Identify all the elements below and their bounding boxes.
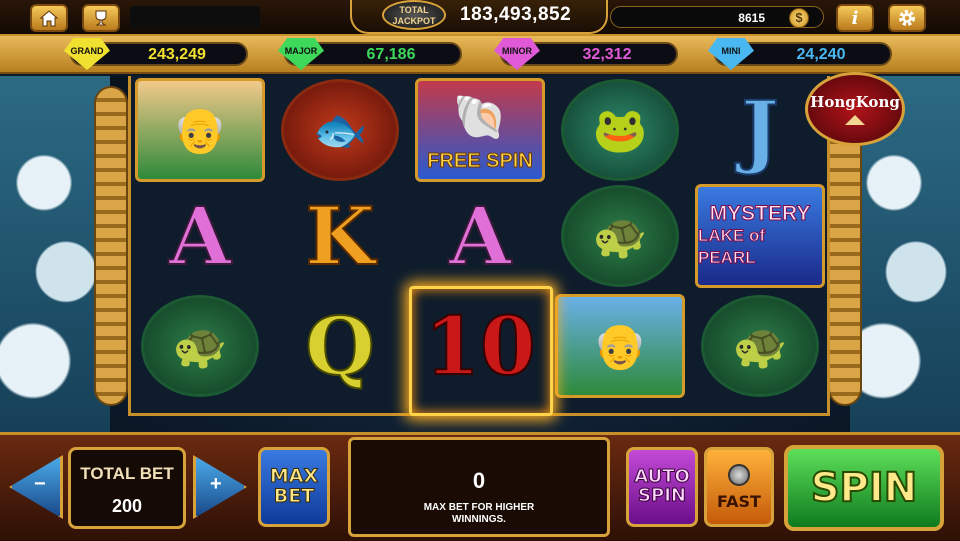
total-jackpot-panel: TOTAL JACKPOT 183,493,852: [350, 0, 608, 34]
player-name-chip: [130, 6, 260, 28]
free-spin-label: FREE SPIN: [427, 150, 534, 173]
max-bet-button[interactable]: MAX BET: [258, 447, 330, 527]
trophy-button[interactable]: [82, 4, 120, 32]
symbol-turtle: 🐢: [693, 292, 827, 400]
minus-icon: −: [34, 473, 46, 495]
jackpot-minor-value: 32,312: [582, 46, 632, 63]
balance-value: 8615: [738, 11, 765, 25]
symbol-money-toad: 🐸: [553, 76, 687, 184]
hongkong-badge[interactable]: HongKong: [805, 72, 905, 146]
reel-grid: 👴 🐟 🐚 FREE SPIN 🐸 J HongKong A K A 🐢 MYS…: [128, 72, 905, 416]
letter-j: J: [740, 82, 780, 178]
home-icon: [39, 10, 59, 27]
letter-k: K: [304, 188, 376, 284]
info-button[interactable]: i: [836, 4, 874, 32]
plus-icon: +: [210, 473, 222, 495]
symbol-a: A: [413, 182, 547, 290]
total-jackpot-badge: TOTAL JACKPOT: [382, 0, 446, 30]
jackpot-mini: MINI 24,240: [708, 38, 892, 70]
turtle-gourd-icon: 🐢: [172, 322, 228, 371]
money-toad-icon: 🐸: [592, 106, 648, 155]
trophy-icon: [95, 10, 107, 26]
total-jackpot-value: 183,493,852: [460, 4, 572, 25]
symbol-fisherman: 👴: [553, 292, 687, 400]
letter-q: Q: [304, 298, 376, 394]
mini-gem-icon: MINI: [708, 38, 754, 70]
jackpot-grand-value: 243,249: [148, 46, 206, 63]
symbol-free-spin: 🐚 FREE SPIN: [413, 76, 547, 184]
symbol-mystery-lake-of-pearl: MYSTERY LAKE of PEARL: [693, 182, 827, 290]
settings-button[interactable]: [888, 4, 926, 32]
total-bet-value: 200: [111, 496, 143, 516]
turtle-gourd-icon: 🐢: [732, 322, 788, 371]
caret-up-icon: [845, 115, 865, 125]
fisherman-icon: 👴: [592, 322, 648, 371]
total-bet-label: TOTAL BET: [80, 464, 174, 483]
shell-icon: 🐚: [452, 93, 508, 142]
coin-icon[interactable]: $: [789, 8, 809, 28]
letter-a: A: [168, 188, 232, 284]
symbol-fisherman: 👴: [133, 76, 267, 184]
decrease-bet-button[interactable]: −: [8, 451, 64, 523]
jackpot-major-value: 67,186: [366, 46, 416, 63]
win-panel: 0 MAX BET FOR HIGHER WINNINGS.: [348, 437, 610, 537]
gear-icon: [899, 10, 915, 26]
symbol-turtle: 🐢: [553, 182, 687, 290]
fast-button[interactable]: FAST: [704, 447, 774, 527]
symbol-koi: 🐟: [273, 76, 407, 184]
fast-label: FAST: [717, 491, 761, 511]
symbol-turtle: 🐢: [133, 292, 267, 400]
mystery-label: MYSTERY: [709, 202, 811, 225]
bottom-control-bar: − TOTAL BET 200 + MAX BET 0 MAX BET FOR …: [0, 432, 960, 541]
fast-toggle-icon: [728, 463, 750, 486]
top-bar: TOTAL JACKPOT 183,493,852 8615 $ i: [0, 0, 960, 36]
increase-bet-button[interactable]: +: [192, 451, 248, 523]
total-bet-panel: TOTAL BET 200: [68, 447, 186, 529]
letter-a: A: [448, 188, 512, 284]
auto-spin-button[interactable]: AUTO SPIN: [626, 447, 698, 527]
winning-symbol-highlight: [409, 286, 553, 416]
koi-pillar-left: [94, 86, 128, 406]
jackpot-mini-value: 24,240: [796, 46, 846, 63]
reel-scene: 👴 🐟 🐚 FREE SPIN 🐸 J HongKong A K A 🐢 MYS…: [0, 72, 960, 432]
win-value: 0: [472, 468, 486, 493]
turtle-gourd-icon: 🐢: [592, 212, 648, 261]
jackpot-row: GRAND 243,249 MAJOR 67,186 MINOR 32,312 …: [0, 36, 960, 74]
win-message: MAX BET FOR HIGHER WINNINGS.: [423, 502, 535, 525]
jackpot-major: MAJOR 67,186: [278, 38, 462, 70]
symbol-a: A: [133, 182, 267, 290]
major-gem-icon: MAJOR: [278, 38, 324, 70]
grand-gem-icon: GRAND: [64, 38, 110, 70]
jackpot-minor: MINOR 32,312: [494, 38, 678, 70]
symbol-j: J: [693, 76, 827, 184]
symbol-q: Q: [273, 292, 407, 400]
fisherman-icon: 👴: [172, 106, 228, 155]
symbol-k: K: [273, 182, 407, 290]
koi-fish-icon: 🐟: [312, 106, 368, 155]
jackpot-grand: GRAND 243,249: [64, 38, 248, 70]
balance-display: 8615 $: [610, 6, 824, 28]
home-button[interactable]: [30, 4, 68, 32]
spin-button[interactable]: SPIN: [784, 445, 944, 531]
lake-of-pearl-label: LAKE of PEARL: [698, 226, 766, 268]
hongkong-label: HongKong: [810, 93, 900, 111]
minor-gem-icon: MINOR: [494, 38, 540, 70]
